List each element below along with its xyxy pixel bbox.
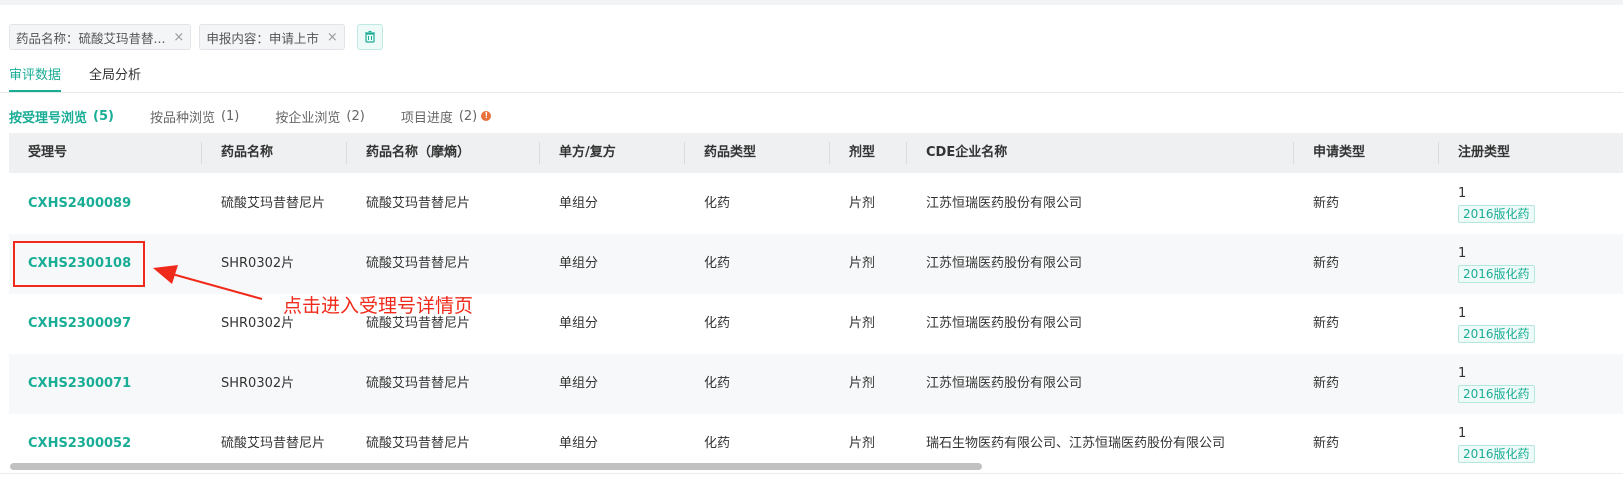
registration-category: 1 [1458,246,1467,261]
compound-cell: 单组分 [559,196,599,211]
column-divider[interactable] [684,142,685,164]
table-row[interactable]: CXHS2300071 SHR0302片 硫酸艾玛昔替尼片 单组分 化药 片剂 … [9,354,1623,414]
column-divider[interactable] [1293,142,1294,164]
column-divider[interactable] [1438,142,1439,164]
drug-type-cell: 化药 [704,316,731,331]
horizontal-scrollbar[interactable] [10,463,982,470]
registration-category: 1 [1458,306,1467,321]
company-cell: 江苏恒瑞医药股份有限公司 [926,256,1083,271]
registration-version-badge: 2016版化药 [1458,205,1535,223]
application-type-cell: 新药 [1313,316,1340,331]
registration-version-badge: 2016版化药 [1458,445,1535,463]
registration-version-badge: 2016版化药 [1458,325,1535,343]
dosage-form-cell: 片剂 [849,256,876,271]
table-bottom-divider [0,473,1623,474]
application-type-cell: 新药 [1313,436,1340,451]
column-divider[interactable] [906,142,907,164]
drug-name-moshang-cell: 硫酸艾玛昔替尼片 [366,376,471,391]
company-cell: 江苏恒瑞医药股份有限公司 [926,376,1083,391]
dosage-form-cell: 片剂 [849,376,876,391]
subtab-count: (2) [346,108,365,124]
accept-no-link[interactable]: CXHS2300071 [28,354,131,414]
registration-version-badge: 2016版化药 [1458,265,1535,283]
dosage-form-cell: 片剂 [849,196,876,211]
column-header-registration-type: 注册类型 [1458,145,1511,160]
clear-filters-button[interactable] [356,24,383,50]
column-header-application-type: 申请类型 [1313,145,1366,160]
column-divider[interactable] [539,142,540,164]
close-icon[interactable]: × [327,30,338,45]
application-type-cell: 新药 [1313,376,1340,391]
drug-name-moshang-cell: 硫酸艾玛昔替尼片 [366,256,471,271]
subtab-label: 项目进度 [400,110,453,126]
column-header-cde-company: CDE企业名称 [926,145,1008,160]
column-header-drug-type: 药品类型 [704,145,757,160]
trash-icon [364,30,375,43]
application-type-cell: 新药 [1313,196,1340,211]
drug-name-moshang-cell: 硫酸艾玛昔替尼片 [366,196,471,211]
subtab-project-progress[interactable]: 项目进度 (2) ! [400,107,492,126]
subtab-count: (2) [458,108,478,124]
info-icon[interactable]: ! [481,111,492,121]
registration-category: 1 [1458,366,1467,381]
column-divider[interactable] [346,142,347,164]
dosage-form-cell: 片剂 [849,316,876,331]
compound-cell: 单组分 [559,316,599,331]
column-header-drug-name-moshang: 药品名称（摩熵） [366,145,471,160]
compound-cell: 单组分 [559,256,599,271]
drug-type-cell: 化药 [704,196,731,211]
drug-type-cell: 化药 [704,256,731,271]
registration-category: 1 [1458,186,1467,201]
annotation-arrow-icon [153,265,263,300]
registration-version-badge: 2016版化药 [1458,385,1535,403]
column-header-compound: 单方/复方 [559,145,616,160]
registration-category: 1 [1458,426,1467,441]
annotation-text: 点击进入受理号详情页 [283,295,474,317]
company-cell: 江苏恒瑞医药股份有限公司 [926,316,1083,331]
compound-cell: 单组分 [559,376,599,391]
company-cell: 江苏恒瑞医药股份有限公司 [926,196,1083,211]
column-header-dosage-form: 剂型 [849,145,876,160]
drug-type-cell: 化药 [704,376,731,391]
drug-name-cell: SHR0302片 [221,376,295,391]
column-divider[interactable] [829,142,830,164]
application-type-cell: 新药 [1313,256,1340,271]
